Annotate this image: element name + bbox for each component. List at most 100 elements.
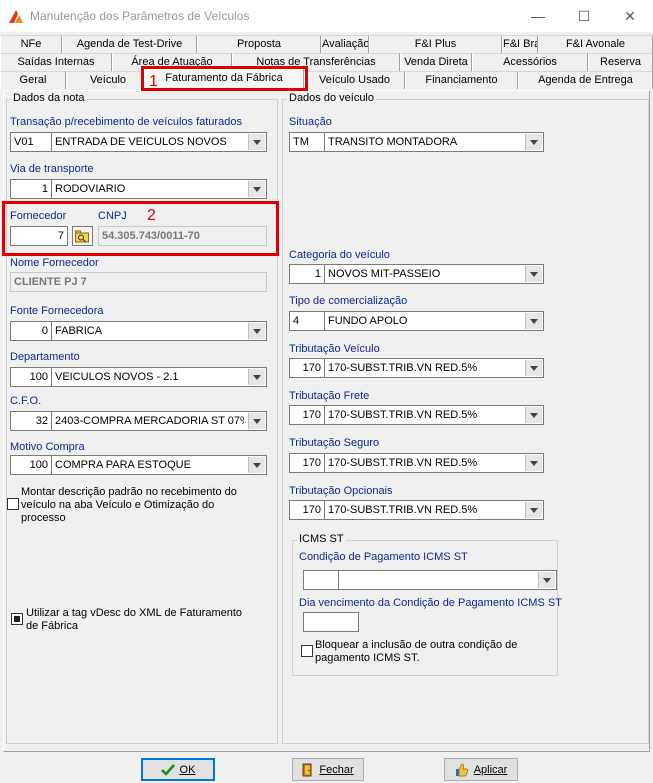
tab-fi-plus[interactable]: F&I Plus	[369, 35, 502, 53]
chevron-down-icon[interactable]	[525, 134, 542, 150]
chevron-down-icon[interactable]	[525, 360, 542, 376]
ok-button[interactable]: OK	[141, 758, 215, 781]
tab-venda-direta[interactable]: Venda Direta	[400, 53, 472, 71]
tab-nfe[interactable]: NFe	[0, 35, 62, 53]
maximize-button[interactable]: ☐	[561, 0, 607, 32]
transacao-label: Transação p/recebimento de veículos fatu…	[10, 116, 242, 128]
cfo-label: C.F.O.	[10, 395, 42, 407]
dia-vencimento-label: Dia vencimento da Condição de Pagamento …	[299, 597, 562, 609]
checkmark-icon	[160, 763, 175, 776]
cfo-code-input[interactable]: 32	[10, 411, 52, 431]
categoria-label: Categoria do veículo	[289, 249, 390, 261]
chevron-down-icon[interactable]	[525, 407, 542, 423]
tab-avaliacao[interactable]: Avaliação	[321, 35, 369, 53]
nome-fornecedor-label: Nome Fornecedor	[10, 257, 99, 269]
chevron-down-icon[interactable]	[538, 572, 555, 588]
trib-seguro-label: Tributação Seguro	[289, 437, 380, 449]
aplicar-label: Aplicar	[473, 763, 508, 776]
cond-pagamento-label: Condição de Pagamento ICMS ST	[299, 551, 468, 563]
trib-opcionais-code-input[interactable]: 170	[289, 500, 325, 520]
tipo-comerc-code-input[interactable]: 4	[289, 311, 325, 331]
window-title: Manutenção dos Parâmetros de Veículos	[30, 9, 250, 23]
cfo-select[interactable]: 2403-COMPRA MERCADORIA ST 07%-1	[51, 411, 267, 431]
trib-opcionais-label: Tributação Opcionais	[289, 485, 393, 497]
annotation-number-1: 1	[149, 73, 158, 90]
situacao-code-input[interactable]: TM	[289, 132, 325, 152]
chevron-down-icon[interactable]	[248, 134, 265, 150]
cond-pagamento-select[interactable]	[338, 570, 557, 590]
via-code-input[interactable]: 1	[10, 179, 52, 199]
minimize-button[interactable]: —	[515, 0, 561, 32]
chevron-down-icon[interactable]	[525, 502, 542, 518]
fechar-button[interactable]: Fechar	[292, 758, 364, 781]
fechar-label: Fechar	[319, 763, 354, 776]
highlight-box-2	[2, 201, 279, 256]
tab-fi-brasil[interactable]: F&I Brasil	[502, 35, 538, 53]
vdesc-checkbox[interactable]	[11, 613, 23, 625]
motivo-code-input[interactable]: 100	[10, 455, 52, 475]
title-bar: Manutenção dos Parâmetros de Veículos — …	[0, 0, 653, 32]
highlight-box-1	[141, 66, 308, 91]
motivo-label: Motivo Compra	[10, 441, 85, 453]
departamento-code-input[interactable]: 100	[10, 367, 52, 387]
motivo-select[interactable]: COMPRA PARA ESTOQUE	[51, 455, 267, 475]
chevron-down-icon[interactable]	[248, 369, 265, 385]
fonte-code-input[interactable]: 0	[10, 321, 52, 341]
tab-row-1: NFe Agenda de Test-Drive Proposta Avalia…	[0, 35, 653, 53]
descricao-padrao-label: Montar descrição padrão no recebimento d…	[21, 486, 237, 524]
trib-frete-select[interactable]: 170-SUBST.TRIB.VN RED.5%	[324, 405, 544, 425]
via-select[interactable]: RODOVIARIO	[51, 179, 267, 199]
situacao-select[interactable]: TRANSITO MONTADORA	[324, 132, 544, 152]
tab-saidas-internas[interactable]: Saídas Internas	[0, 53, 112, 71]
categoria-select[interactable]: NOVOS MIT-PASSEIO	[324, 264, 544, 284]
descricao-padrao-checkbox[interactable]	[7, 498, 19, 510]
via-label: Via de transporte	[10, 163, 94, 175]
door-exit-icon	[302, 763, 312, 776]
transacao-select[interactable]: ENTRADA DE VEICULOS NOVOS	[51, 132, 267, 152]
cond-pagamento-code-input[interactable]	[303, 570, 339, 590]
departamento-select[interactable]: VEICULOS NOVOS - 2.1	[51, 367, 267, 387]
chevron-down-icon[interactable]	[248, 457, 265, 473]
dia-vencimento-input[interactable]	[303, 612, 359, 632]
chevron-down-icon[interactable]	[525, 266, 542, 282]
group-label-icms: ICMS ST	[297, 533, 346, 545]
aplicar-button[interactable]: Aplicar	[444, 758, 518, 781]
close-button[interactable]: ✕	[607, 0, 653, 32]
chevron-down-icon[interactable]	[248, 323, 265, 339]
trib-veiculo-label: Tributação Veículo	[289, 343, 380, 355]
transacao-code-input[interactable]: V01	[10, 132, 52, 152]
vdesc-label: Utilizar a tag vDesc do XML de Faturamen…	[26, 607, 243, 632]
ok-label: OK	[179, 763, 196, 776]
app-logo-icon	[9, 10, 23, 23]
tab-proposta[interactable]: Proposta	[197, 35, 321, 53]
trib-frete-label: Tributação Frete	[289, 390, 370, 402]
tab-row-3: Geral Veículo Faturamento da Fábrica Veí…	[0, 69, 653, 90]
tab-geral[interactable]: Geral	[0, 71, 66, 89]
chevron-down-icon[interactable]	[525, 455, 542, 471]
tab-agenda-entrega[interactable]: Agenda de Entrega	[518, 71, 653, 89]
trib-veiculo-select[interactable]: 170-SUBST.TRIB.VN RED.5%	[324, 358, 544, 378]
trib-seguro-select[interactable]: 170-SUBST.TRIB.VN RED.5%	[324, 453, 544, 473]
fonte-select[interactable]: FABRICA	[51, 321, 267, 341]
tab-acessorios[interactable]: Acessórios	[472, 53, 588, 71]
situacao-label: Situação	[289, 116, 332, 128]
tab-veiculo-usado[interactable]: Veículo Usado	[304, 71, 405, 89]
trib-veiculo-code-input[interactable]: 170	[289, 358, 325, 378]
group-label-veiculo: Dados do veículo	[287, 92, 376, 104]
categoria-code-input[interactable]: 1	[289, 264, 325, 284]
tipo-comerc-select[interactable]: FUNDO APOLO	[324, 311, 544, 331]
chevron-down-icon[interactable]	[248, 181, 265, 197]
tab-row-2: Saídas Internas Área de Atuação Notas de…	[0, 53, 653, 71]
fonte-label: Fonte Fornecedora	[10, 305, 104, 317]
tab-reserva[interactable]: Reserva	[588, 53, 653, 71]
chevron-down-icon[interactable]	[248, 413, 265, 429]
chevron-down-icon[interactable]	[525, 313, 542, 329]
tab-veiculo[interactable]: Veículo	[66, 71, 150, 89]
trib-opcionais-select[interactable]: 170-SUBST.TRIB.VN RED.5%	[324, 500, 544, 520]
tab-agenda-test-drive[interactable]: Agenda de Test-Drive	[62, 35, 197, 53]
bloquear-checkbox[interactable]	[301, 645, 313, 657]
tab-financiamento[interactable]: Financiamento	[405, 71, 518, 89]
trib-frete-code-input[interactable]: 170	[289, 405, 325, 425]
trib-seguro-code-input[interactable]: 170	[289, 453, 325, 473]
tab-fi-avonale[interactable]: F&I Avonale	[538, 35, 653, 53]
